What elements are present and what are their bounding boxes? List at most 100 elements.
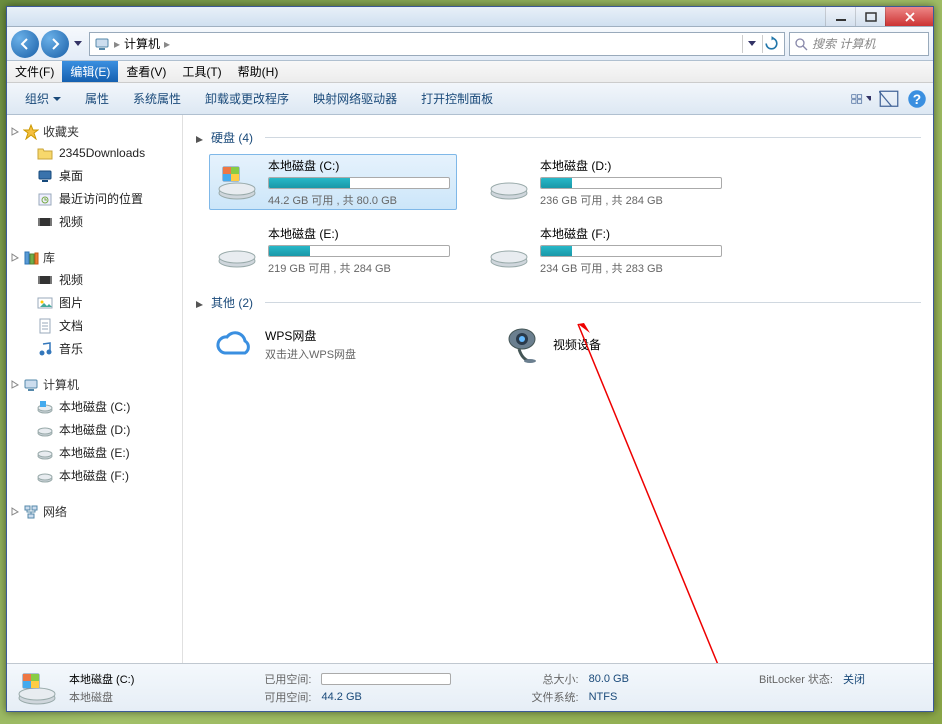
menu-帮助(H)[interactable]: 帮助(H) (230, 61, 287, 82)
video-icon (37, 214, 53, 230)
sidebar-item-本地磁盘 (E:)[interactable]: 本地磁盘 (E:) (7, 441, 182, 464)
navbar: ▸ 计算机 ▸ 搜索 计算机 (7, 27, 933, 61)
preview-pane-icon[interactable] (879, 89, 899, 109)
view-mode-icon[interactable] (851, 89, 871, 109)
drive-icon (488, 161, 530, 203)
sidebar-item-图片[interactable]: 图片 (7, 291, 182, 314)
nav-back-button[interactable] (11, 30, 39, 58)
twisty-icon[interactable] (9, 507, 19, 517)
sidebar-group-network[interactable]: 网络 (7, 501, 182, 522)
toolbar-organize[interactable]: 组织 (13, 83, 73, 114)
menubar: 文件(F)编辑(E)查看(V)工具(T)帮助(H) (7, 61, 933, 83)
other-item-视频设备[interactable]: 视频设备 (497, 319, 745, 369)
toolbar-properties[interactable]: 属性 (73, 83, 121, 114)
group-label-drives: 硬盘 (4) (211, 129, 253, 146)
other-label: 视频设备 (553, 336, 601, 353)
status-free-value: 44.2 GB (321, 691, 461, 703)
nav-forward-button[interactable] (41, 30, 69, 58)
menu-工具(T)[interactable]: 工具(T) (174, 61, 229, 82)
drive-本地磁盘 (C:)[interactable]: 本地磁盘 (C:) 44.2 GB 可用 , 共 80.0 GB (209, 154, 457, 210)
search-box[interactable]: 搜索 计算机 (789, 32, 929, 56)
sidebar: 收藏夹2345Downloads桌面最近访问的位置视频库视频图片文档音乐计算机本… (7, 115, 183, 663)
group-label-other: 其他 (2) (211, 294, 253, 311)
recent-icon (37, 191, 53, 207)
other-label: WPS网盘 (265, 327, 356, 344)
sidebar-item-本地磁盘 (C:)[interactable]: 本地磁盘 (C:) (7, 395, 182, 418)
drive-os-icon (37, 399, 53, 415)
status-total-label: 总大小: (471, 671, 578, 687)
toolbar-uninstall[interactable]: 卸载或更改程序 (193, 83, 301, 114)
sidebar-item-最近访问的位置[interactable]: 最近访问的位置 (7, 187, 182, 210)
address-sep: ▸ (114, 37, 120, 51)
drive-info: 234 GB 可用 , 共 283 GB (540, 260, 722, 276)
address-dropdown-icon[interactable] (742, 35, 760, 53)
address-sep: ▸ (164, 37, 170, 51)
cloud-icon (213, 323, 255, 365)
drive-本地磁盘 (D:)[interactable]: 本地磁盘 (D:)236 GB 可用 , 共 284 GB (481, 154, 729, 210)
toolbar-system-properties[interactable]: 系统属性 (121, 83, 193, 114)
titlebar (7, 7, 933, 27)
drive-本地磁盘 (E:)[interactable]: 本地磁盘 (E:)219 GB 可用 , 共 284 GB (209, 222, 457, 278)
status-used-bar (321, 673, 451, 685)
toolbar-control-panel[interactable]: 打开控制面板 (409, 83, 505, 114)
annotation-arrow (568, 319, 768, 663)
library-icon (23, 250, 39, 266)
sidebar-item-本地磁盘 (F:)[interactable]: 本地磁盘 (F:) (7, 464, 182, 487)
sidebar-item-文档[interactable]: 文档 (7, 314, 182, 337)
sidebar-item-本地磁盘 (D:)[interactable]: 本地磁盘 (D:) (7, 418, 182, 441)
camera-icon (501, 323, 543, 365)
status-title: 本地磁盘 (C:) (69, 671, 194, 687)
group-header-drives[interactable]: 硬盘 (4) (195, 129, 921, 146)
maximize-button[interactable] (855, 7, 885, 26)
close-button[interactable] (885, 7, 933, 26)
toolbar-map-drive[interactable]: 映射网络驱动器 (301, 83, 409, 114)
status-fs-label: 文件系统: (471, 689, 578, 705)
search-placeholder: 搜索 计算机 (812, 35, 875, 52)
drive-label: 本地磁盘 (F:) (540, 225, 722, 242)
minimize-button[interactable] (825, 7, 855, 26)
menu-文件(F)[interactable]: 文件(F) (7, 61, 62, 82)
drive-本地磁盘 (F:)[interactable]: 本地磁盘 (F:) 234 GB 可用 , 共 283 GB (481, 222, 729, 278)
drive-icon (37, 422, 53, 438)
drive-label: 本地磁盘 (C:) (268, 157, 450, 174)
body: 收藏夹2345Downloads桌面最近访问的位置视频库视频图片文档音乐计算机本… (7, 115, 933, 663)
status-subtitle: 本地磁盘 (69, 689, 194, 705)
explorer-window: ▸ 计算机 ▸ 搜索 计算机 文件(F)编辑(E)查看(V)工具(T)帮助(H)… (6, 6, 934, 712)
desktop-icon (37, 168, 53, 184)
menu-编辑(E)[interactable]: 编辑(E) (62, 61, 118, 82)
group-header-other[interactable]: 其他 (2) (195, 294, 921, 311)
folder-icon (37, 145, 53, 161)
search-icon (794, 37, 808, 51)
sidebar-item-音乐[interactable]: 音乐 (7, 337, 182, 360)
help-icon[interactable]: ? (907, 89, 927, 109)
twisty-icon[interactable] (9, 127, 19, 137)
refresh-icon[interactable] (762, 35, 780, 53)
sidebar-item-2345Downloads[interactable]: 2345Downloads (7, 142, 182, 164)
collapse-icon[interactable] (195, 298, 205, 308)
nav-history-dropdown[interactable] (71, 31, 85, 57)
drive-usage-bar (540, 177, 722, 189)
sidebar-group-favorites[interactable]: 收藏夹 (7, 121, 182, 142)
sidebar-item-视频[interactable]: 视频 (7, 210, 182, 233)
collapse-icon[interactable] (195, 133, 205, 143)
drive-info: 44.2 GB 可用 , 共 80.0 GB (268, 192, 450, 208)
network-icon (23, 504, 39, 520)
other-sub: 双击进入WPS网盘 (265, 346, 356, 362)
sidebar-item-视频[interactable]: 视频 (7, 268, 182, 291)
twisty-icon[interactable] (9, 253, 19, 263)
menu-查看(V)[interactable]: 查看(V) (118, 61, 174, 82)
status-bar: 本地磁盘 (C:) 已用空间: 总大小: 80.0 GB BitLocker 状… (7, 663, 933, 711)
address-segment-computer[interactable]: 计算机 (124, 35, 160, 52)
status-fs-value: NTFS (589, 691, 689, 703)
sidebar-group-libraries[interactable]: 库 (7, 247, 182, 268)
other-item-WPS网盘[interactable]: WPS网盘双击进入WPS网盘 (209, 319, 457, 369)
drive-usage-bar (268, 177, 450, 189)
music-icon (37, 341, 53, 357)
drive-label: 本地磁盘 (D:) (540, 157, 722, 174)
sidebar-item-桌面[interactable]: 桌面 (7, 164, 182, 187)
status-bitlocker-value: 关闭 (843, 671, 925, 687)
drive-os-icon (216, 161, 258, 203)
sidebar-group-computer[interactable]: 计算机 (7, 374, 182, 395)
twisty-icon[interactable] (9, 380, 19, 390)
address-bar[interactable]: ▸ 计算机 ▸ (89, 32, 785, 56)
